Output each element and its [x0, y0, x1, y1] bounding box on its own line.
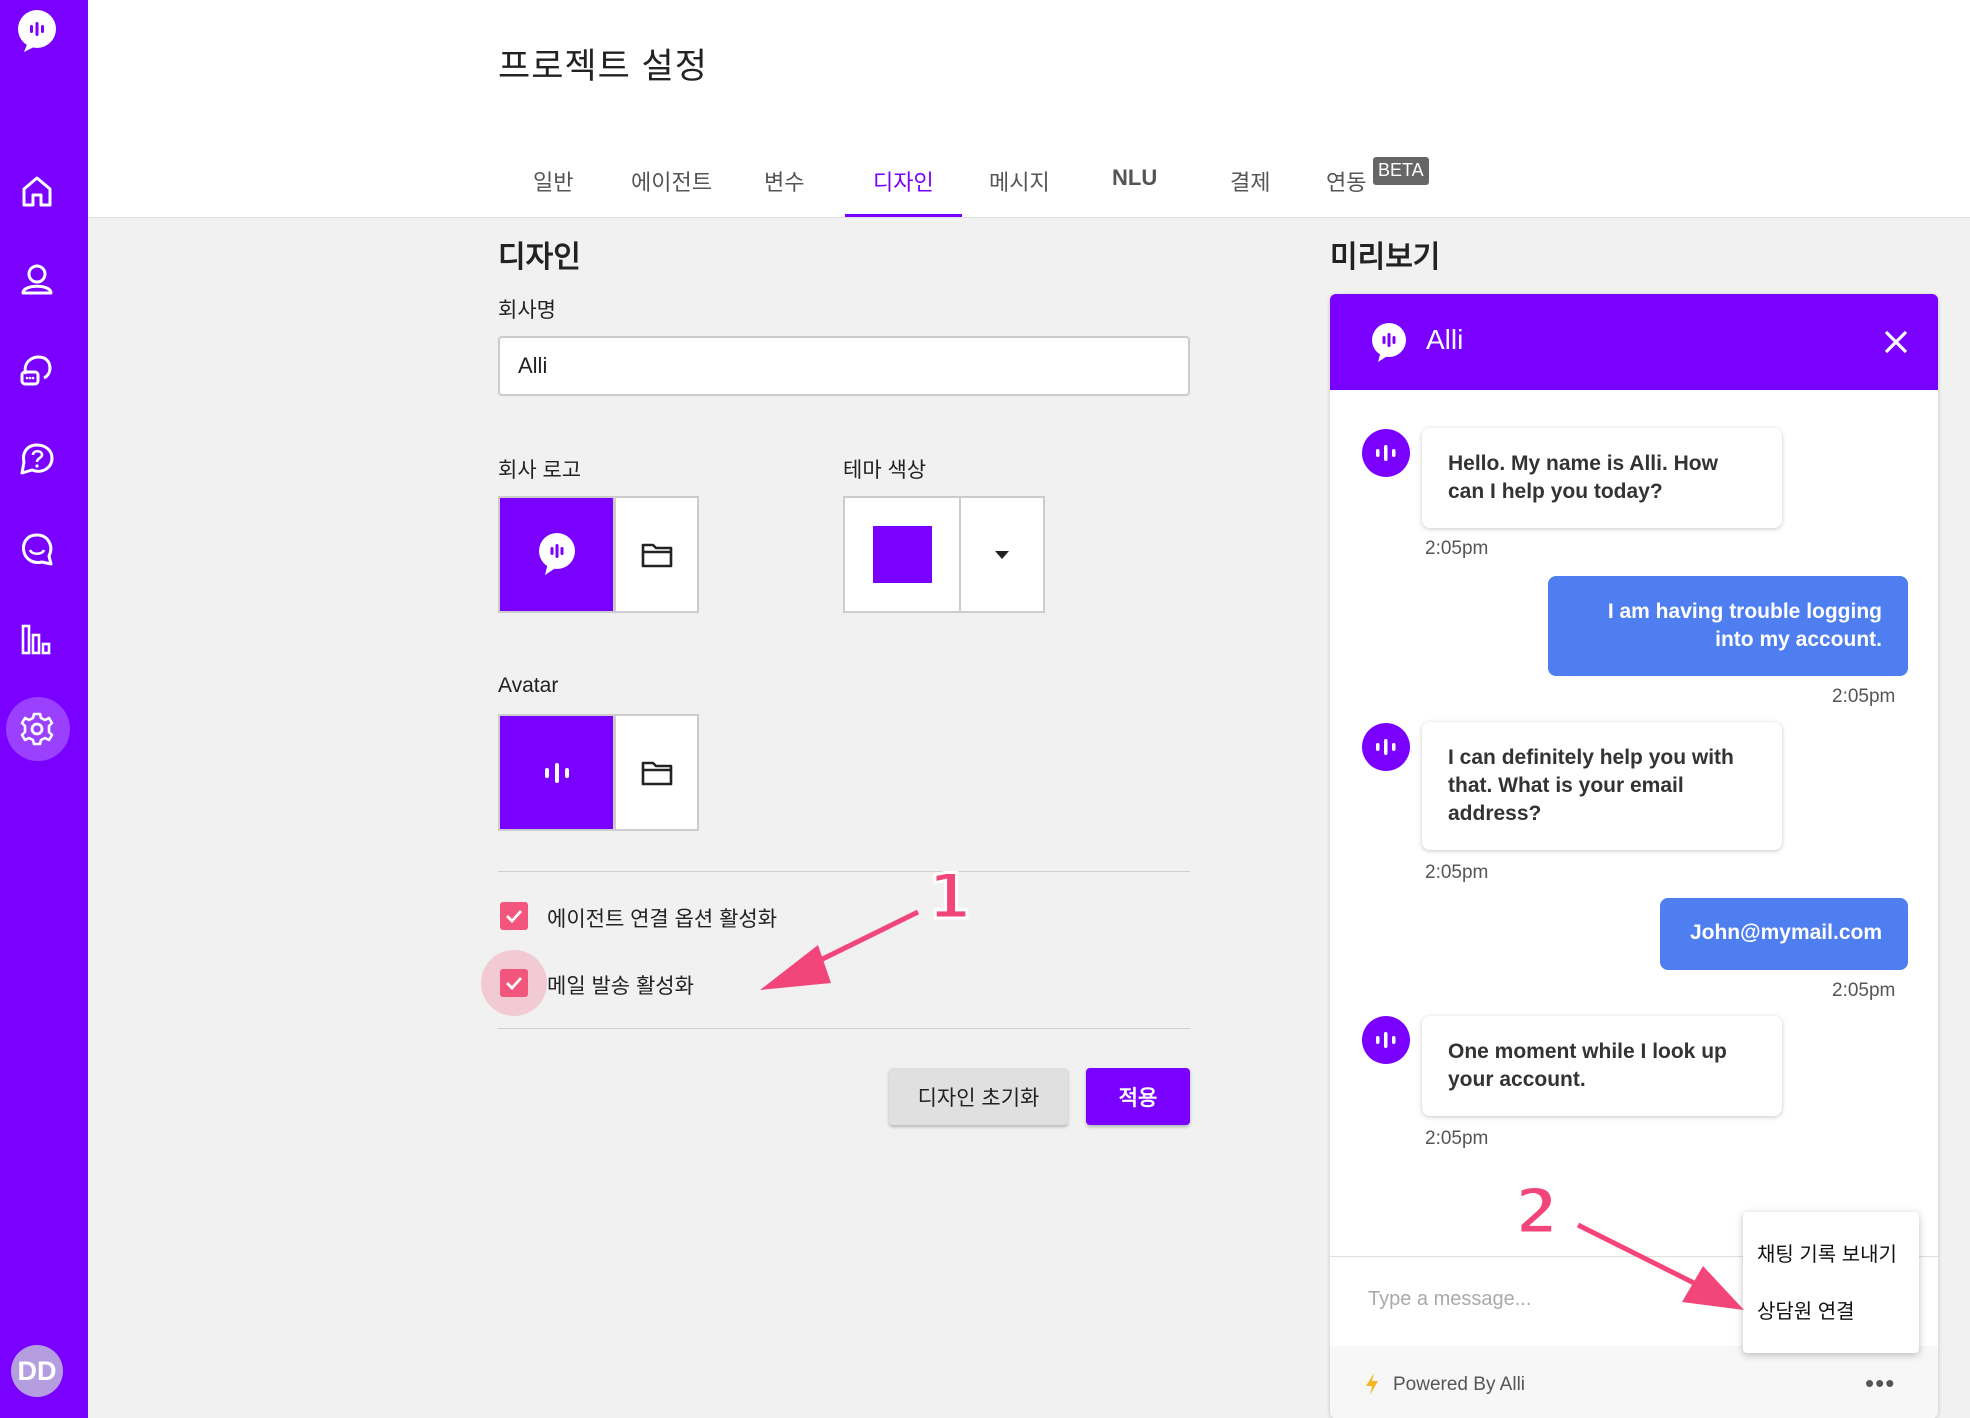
company-logo-label: 회사 로고	[498, 459, 582, 482]
annotation-label-1: 1	[926, 859, 972, 935]
tab-agent[interactable]: 에이전트	[631, 165, 712, 197]
theme-color-swatch	[873, 526, 932, 583]
message-time: 2:05pm	[1832, 980, 1896, 1001]
message-input[interactable]: Type a message...	[1368, 1288, 1531, 1311]
message-text: into my account.	[1715, 628, 1882, 651]
menu-item-send-chat-log[interactable]: 채팅 기록 보내기	[1757, 1238, 1897, 1267]
company-name-input[interactable]: Alli	[498, 336, 1190, 396]
annotation-label-2: 2	[1513, 1174, 1559, 1250]
menu-item-connect-agent[interactable]: 상담원 연결	[1757, 1295, 1855, 1324]
bolt-icon	[1366, 1373, 1378, 1395]
chat-title: Alli	[1426, 324, 1464, 355]
theme-color-label: 테마 색상	[843, 459, 927, 482]
home-icon[interactable]	[18, 172, 56, 210]
tab-billing[interactable]: 결제	[1230, 165, 1270, 197]
page-title: 프로젝트 설정	[498, 47, 708, 86]
company-name-label: 회사명	[498, 299, 556, 322]
tab-messages[interactable]: 메시지	[989, 165, 1050, 197]
message-text: One moment while I look up	[1448, 1040, 1727, 1063]
beta-badge: BETA	[1373, 157, 1429, 185]
design-section-title: 디자인	[498, 241, 581, 274]
alli-logo-icon[interactable]	[14, 8, 60, 54]
bot-avatar	[1362, 429, 1410, 477]
message-text: your account.	[1448, 1068, 1586, 1091]
company-logo-preview	[498, 496, 615, 613]
apply-button[interactable]: 적용	[1086, 1068, 1190, 1125]
divider	[498, 871, 1190, 872]
users-icon[interactable]	[18, 260, 56, 298]
agent-option-label: 에이전트 연결 옵션 활성화	[547, 908, 778, 931]
tab-variables[interactable]: 변수	[764, 165, 804, 197]
avatar-preview	[498, 714, 615, 831]
more-options-button[interactable]: •••	[1865, 1368, 1895, 1399]
user-message-bubble: I am having trouble logging into my acco…	[1548, 576, 1908, 676]
message-time: 2:05pm	[1425, 862, 1489, 883]
folder-icon	[641, 543, 672, 567]
message-time: 2:05pm	[1425, 538, 1489, 559]
tab-nlu[interactable]: NLU	[1112, 165, 1157, 191]
alli-voice-icon	[1376, 739, 1396, 755]
user-avatar[interactable]: DD	[11, 1345, 63, 1397]
message-time: 2:05pm	[1832, 686, 1896, 707]
arrow-head-1	[760, 945, 831, 990]
tab-general[interactable]: 일반	[533, 165, 573, 197]
tab-integration[interactable]: 연동	[1326, 165, 1366, 197]
message-text: address?	[1448, 802, 1542, 825]
message-text: I can definitely help you with	[1448, 746, 1734, 769]
sidebar: DD	[0, 0, 88, 1418]
tab-design[interactable]: 디자인	[873, 165, 934, 197]
avatar-label: Avatar	[498, 674, 559, 697]
bot-avatar	[1362, 723, 1410, 771]
chat-icon[interactable]	[18, 530, 56, 568]
preview-section-title: 미리보기	[1330, 241, 1441, 274]
page-header: 프로젝트 설정 일반 에이전트 변수 디자인 메시지 NLU 결제 연동 BET…	[88, 0, 1970, 218]
alli-logo-icon	[1372, 323, 1406, 362]
close-icon[interactable]	[1878, 324, 1914, 360]
message-time: 2:05pm	[1425, 1128, 1489, 1149]
active-tab-indicator	[845, 214, 962, 217]
powered-by-label: Powered By Alli	[1393, 1374, 1526, 1395]
agent-option-checkbox[interactable]	[500, 902, 528, 930]
divider	[498, 1028, 1190, 1029]
analytics-icon[interactable]	[18, 620, 56, 658]
message-text: Hello. My name is Alli. How	[1448, 452, 1718, 475]
chat-options-menu: 채팅 기록 보내기 상담원 연결	[1743, 1212, 1919, 1353]
settings-icon[interactable]	[18, 710, 56, 748]
checkmark-icon	[506, 977, 523, 990]
bot-message-bubble: I can definitely help you with that. Wha…	[1422, 722, 1782, 850]
message-text: that. What is your email	[1448, 774, 1684, 797]
checkmark-icon	[506, 910, 523, 923]
alli-logo-icon	[538, 532, 575, 575]
message-text: John@mymail.com	[1689, 921, 1882, 944]
reset-design-button[interactable]: 디자인 초기화	[889, 1068, 1068, 1125]
message-text: I am having trouble logging	[1607, 600, 1882, 623]
avatar-upload-button[interactable]	[614, 714, 699, 831]
bot-message-bubble: One moment while I look up your account.	[1422, 1016, 1782, 1116]
conversations-icon[interactable]	[18, 350, 56, 388]
faq-icon[interactable]	[18, 440, 56, 478]
logo-upload-button[interactable]	[614, 496, 699, 613]
user-message-bubble: John@mymail.com	[1660, 898, 1908, 970]
email-option-checkbox[interactable]	[500, 969, 528, 997]
alli-voice-icon	[1376, 1032, 1396, 1048]
caret-down-icon	[995, 550, 1009, 559]
chat-header: Alli	[1330, 294, 1938, 390]
theme-color-dropdown[interactable]	[959, 496, 1045, 613]
message-text: can I help you today?	[1448, 480, 1663, 503]
alli-voice-icon	[544, 762, 569, 783]
email-option-label: 메일 발송 활성화	[547, 975, 694, 998]
bot-avatar	[1362, 1016, 1410, 1064]
alli-voice-icon	[1376, 445, 1396, 461]
bot-message-bubble: Hello. My name is Alli. How can I help y…	[1422, 428, 1782, 528]
folder-icon	[641, 761, 672, 785]
